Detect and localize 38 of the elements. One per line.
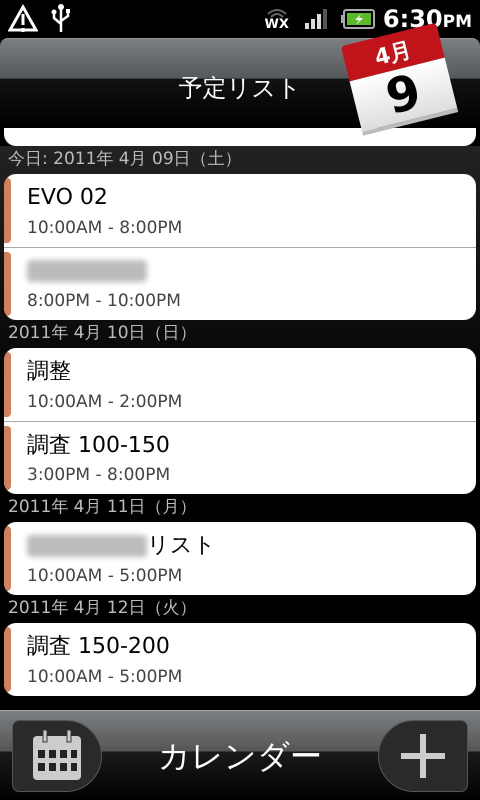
event-color-bar bbox=[4, 252, 11, 316]
usb-icon bbox=[50, 4, 72, 34]
event-title: EVO 02 bbox=[27, 184, 108, 212]
event-row[interactable]: EVO 02 10:00AM - 8:00PM bbox=[4, 174, 476, 247]
page-title: 予定リスト bbox=[178, 72, 302, 104]
event-row[interactable]: 調査 150-200 10:00AM - 5:00PM bbox=[4, 623, 476, 696]
bottom-title: カレンダー bbox=[157, 736, 323, 776]
battery-icon bbox=[340, 9, 375, 29]
event-title: リスト bbox=[147, 532, 216, 560]
warning-icon bbox=[8, 4, 38, 34]
event-color-bar bbox=[4, 526, 11, 591]
plus-icon bbox=[401, 734, 445, 778]
event-color-bar bbox=[4, 426, 11, 490]
date-header: 2011年 4月 12日（火） bbox=[7, 597, 198, 620]
event-color-bar bbox=[4, 178, 11, 243]
signal-icon bbox=[304, 9, 329, 29]
event-title: 調整 bbox=[27, 358, 71, 386]
event-time: 10:00AM - 2:00PM bbox=[27, 390, 182, 414]
calendar-icon bbox=[31, 730, 83, 782]
event-color-bar bbox=[4, 352, 11, 417]
date-header: 2011年 4月 11日（月） bbox=[7, 496, 198, 520]
event-row[interactable]: リスト 10:00AM - 5:00PM bbox=[4, 522, 476, 595]
date-header: 2011年 4月 10日（日） bbox=[7, 322, 198, 346]
event-title: 調査 150-200 bbox=[27, 633, 170, 662]
add-button[interactable] bbox=[378, 720, 468, 792]
event-row[interactable]: 調整 10:00AM - 2:00PM bbox=[4, 348, 476, 421]
event-time: 10:00AM - 5:00PM bbox=[27, 666, 182, 689]
event-time: 3:00PM - 8:00PM bbox=[27, 464, 170, 488]
clock-time: 6:30PM bbox=[382, 4, 472, 35]
event-time: 8:00PM - 10:00PM bbox=[27, 290, 181, 314]
calendar-button[interactable] bbox=[12, 720, 102, 792]
event-row[interactable]: 調査 100-150 3:00PM - 8:00PM bbox=[4, 421, 476, 494]
event-title: 調査 100-150 bbox=[27, 432, 170, 460]
event-row[interactable]: 8:00PM - 10:00PM bbox=[4, 247, 476, 320]
date-header: 今日: 2011年 4月 09日（土） bbox=[7, 148, 243, 172]
event-time: 10:00AM - 8:00PM bbox=[27, 216, 182, 240]
event-time: 10:00AM - 5:00PM bbox=[27, 564, 184, 588]
event-color-bar bbox=[4, 627, 11, 692]
